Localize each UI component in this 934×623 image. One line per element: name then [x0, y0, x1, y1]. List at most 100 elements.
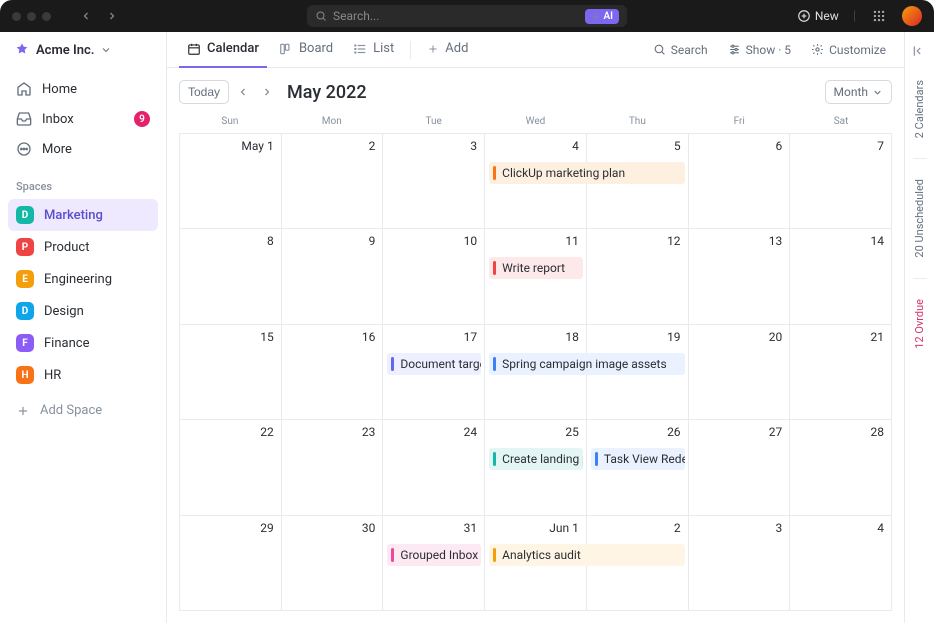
dow-label: Fri — [688, 112, 790, 133]
new-button[interactable]: New — [797, 9, 839, 23]
dow-label: Mon — [281, 112, 383, 133]
more-icon — [16, 141, 32, 157]
workspace-switcher[interactable]: Acme Inc. — [0, 32, 166, 68]
inbox-icon — [16, 111, 32, 127]
space-avatar: E — [16, 270, 34, 288]
tab-calendar[interactable]: Calendar — [179, 32, 267, 68]
day-number: 31 — [464, 521, 478, 535]
min-dot[interactable] — [27, 12, 36, 21]
day-number: 4 — [572, 139, 579, 153]
calendar-event[interactable]: Write report — [489, 257, 583, 279]
calendar-event[interactable]: Analytics audit — [489, 544, 684, 566]
day-number: 21 — [871, 330, 885, 344]
space-label: Product — [44, 240, 89, 255]
space-avatar: H — [16, 366, 34, 384]
day-number: 16 — [362, 330, 376, 344]
day-number: 2 — [369, 139, 376, 153]
event-title: Analytics audit — [502, 548, 581, 562]
event-title: Spring campaign image assets — [502, 357, 667, 371]
day-number: 15 — [260, 330, 274, 344]
titlebar: Search... AI New | — [0, 0, 934, 32]
global-search[interactable]: Search... AI — [307, 5, 627, 27]
rail-overdue[interactable]: 12 Ovrdue — [913, 293, 926, 355]
day-number: 26 — [667, 425, 681, 439]
space-item-finance[interactable]: F Finance — [8, 327, 158, 359]
day-number: 25 — [565, 425, 579, 439]
spaces-header: Spaces — [0, 168, 166, 199]
nav-more[interactable]: More — [8, 134, 158, 164]
event-color-bar — [391, 548, 394, 562]
space-label: Design — [44, 304, 84, 319]
sidebar: Acme Inc. Home Inbox 9 More Spaces DMark… — [0, 32, 167, 623]
nav-back[interactable] — [75, 5, 97, 27]
nav-forward[interactable] — [101, 5, 123, 27]
calendar-event[interactable]: ClickUp marketing plan — [489, 162, 684, 184]
chevron-down-icon — [872, 87, 883, 98]
calendar-event[interactable]: Document target users — [387, 353, 481, 375]
add-space-button[interactable]: Add Space — [0, 395, 166, 426]
space-avatar: D — [16, 206, 34, 224]
tab-list[interactable]: List — [345, 32, 402, 68]
event-title: ClickUp marketing plan — [502, 166, 625, 180]
space-item-design[interactable]: DDesign — [8, 295, 158, 327]
dow-label: Tue — [383, 112, 485, 133]
close-dot[interactable] — [12, 12, 21, 21]
tab-add-view[interactable]: Add — [419, 32, 476, 68]
apps-grid-icon[interactable] — [870, 7, 888, 25]
day-number: 28 — [871, 425, 885, 439]
day-number: 29 — [260, 521, 274, 535]
calendar-event[interactable]: Create landing page — [489, 448, 583, 470]
event-title: Task View Redesign — [604, 452, 685, 466]
gear-icon — [811, 43, 824, 56]
workspace-logo-icon — [14, 42, 30, 58]
window-controls[interactable] — [12, 12, 51, 21]
granularity-select[interactable]: Month — [825, 80, 892, 104]
collapse-rail-icon[interactable] — [912, 44, 928, 60]
user-avatar[interactable] — [902, 6, 922, 26]
space-avatar: F — [16, 334, 34, 352]
tab-board[interactable]: Board — [271, 32, 341, 68]
day-number: 12 — [667, 234, 681, 248]
calendar-event[interactable]: Grouped Inbox Comments — [387, 544, 481, 566]
rail-unscheduled[interactable]: 20 Unscheduled — [913, 173, 926, 264]
calendar-event[interactable]: Task View Redesign — [591, 448, 685, 470]
dow-label: Thu — [586, 112, 688, 133]
event-color-bar — [493, 357, 496, 371]
day-number: 8 — [267, 234, 274, 248]
board-icon — [279, 42, 293, 56]
ai-badge[interactable]: AI — [585, 9, 619, 24]
event-title: Document target users — [400, 357, 481, 371]
day-number: 2 — [674, 521, 681, 535]
day-number: 18 — [565, 330, 579, 344]
day-number: May 1 — [241, 139, 273, 153]
day-number: 9 — [369, 234, 376, 248]
calendar-event[interactable]: Spring campaign image assets — [489, 353, 684, 375]
day-number: 30 — [362, 521, 376, 535]
day-number: 7 — [877, 139, 884, 153]
calendar-title: May 2022 — [287, 82, 367, 103]
space-label: Finance — [44, 336, 89, 351]
day-number: 27 — [769, 425, 783, 439]
cal-prev[interactable] — [233, 80, 253, 104]
nav-inbox[interactable]: Inbox 9 — [8, 104, 158, 134]
plus-icon — [16, 404, 30, 418]
nav-home[interactable]: Home — [8, 74, 158, 104]
space-label: Engineering — [44, 272, 112, 287]
rail-calendars[interactable]: 2 Calendars — [913, 74, 926, 144]
event-title: Write report — [502, 261, 565, 275]
view-customize[interactable]: Customize — [805, 39, 892, 61]
space-item-marketing[interactable]: DMarketing — [8, 199, 158, 231]
right-rail: 2 Calendars 20 Unscheduled 12 Ovrdue — [904, 32, 934, 623]
chevron-down-icon — [100, 44, 112, 56]
sliders-icon — [728, 43, 741, 56]
view-show[interactable]: Show · 5 — [722, 39, 797, 61]
cal-next[interactable] — [257, 80, 277, 104]
space-item-hr[interactable]: H HR — [8, 359, 158, 391]
space-item-product[interactable]: PProduct — [8, 231, 158, 263]
today-button[interactable]: Today — [179, 80, 229, 104]
max-dot[interactable] — [42, 12, 51, 21]
view-tabs: Calendar Board List Add Search — [167, 32, 904, 68]
view-search[interactable]: Search — [647, 39, 714, 61]
space-label: HR — [44, 368, 61, 383]
space-item-engineering[interactable]: E Engineering — [8, 263, 158, 295]
